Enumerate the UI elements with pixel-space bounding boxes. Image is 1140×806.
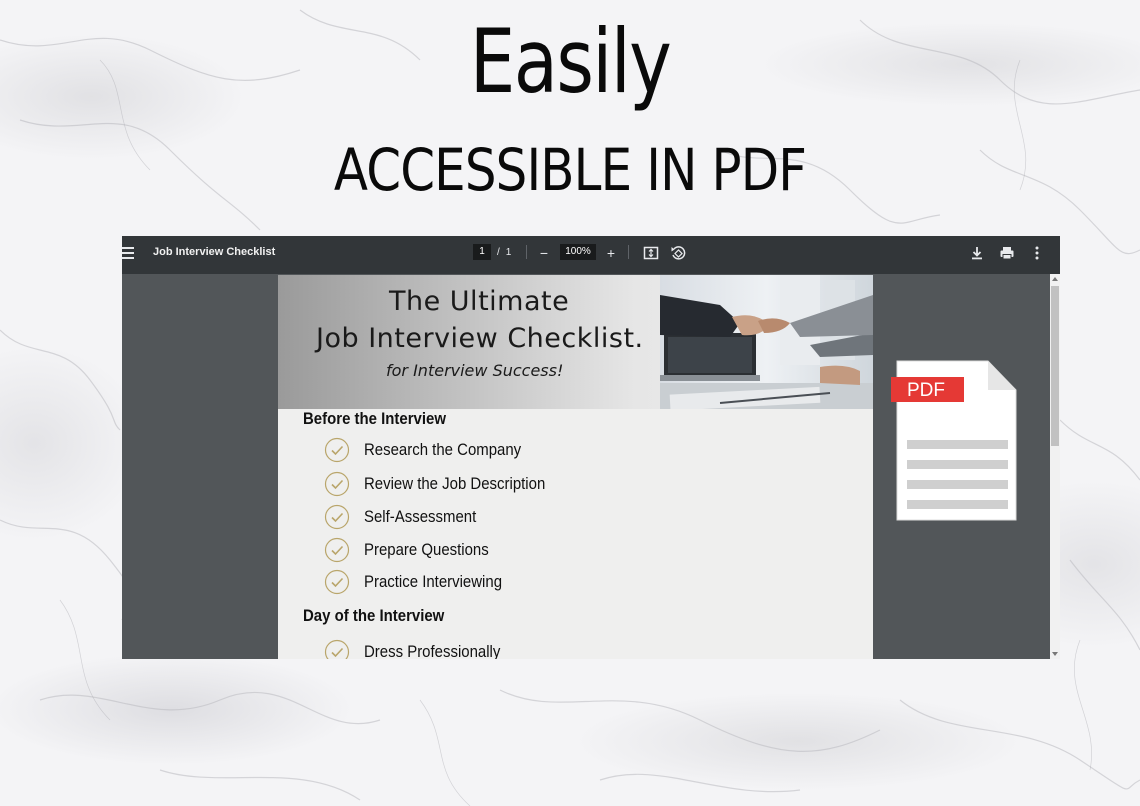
checklist-item: Practice Interviewing xyxy=(324,569,521,595)
check-circle-icon xyxy=(324,504,350,530)
hero-title: Easily xyxy=(469,10,672,113)
checklist-item: Research the Company xyxy=(324,437,543,463)
check-circle-icon xyxy=(324,537,350,563)
print-icon[interactable] xyxy=(998,244,1016,262)
fit-to-page-icon[interactable] xyxy=(642,244,660,262)
rotate-icon[interactable] xyxy=(669,244,687,262)
checklist-item: Review the Job Description xyxy=(324,471,570,497)
current-page-input[interactable]: 1 xyxy=(473,244,491,260)
page-indicator: 1 / 1 xyxy=(473,244,511,260)
checklist-item-label: Dress Professionally xyxy=(364,642,501,659)
document-heading-line-2: Job Interview Checklist. xyxy=(316,323,644,354)
handshake-photo xyxy=(660,275,873,409)
download-icon[interactable] xyxy=(968,244,986,262)
section-heading-before: Before the Interview xyxy=(303,409,446,428)
hamburger-menu-icon[interactable] xyxy=(122,247,134,261)
pdf-icon-label: PDF xyxy=(907,380,945,401)
scrollbar-thumb[interactable] xyxy=(1051,286,1059,446)
zoom-out-button[interactable]: − xyxy=(537,244,551,262)
checklist-item-label: Review the Job Description xyxy=(364,474,546,493)
check-circle-icon xyxy=(324,471,350,497)
checklist-item: Self-Assessment xyxy=(324,504,492,530)
check-circle-icon xyxy=(324,639,350,659)
checklist-item-label: Practice Interviewing xyxy=(364,572,503,591)
checklist-item-label: Self-Assessment xyxy=(364,507,477,526)
toolbar-divider xyxy=(526,245,527,259)
zoom-in-button[interactable]: + xyxy=(604,244,618,262)
checklist-item: Dress Professionally xyxy=(324,639,519,659)
pdf-page: The Ultimate Job Interview Checklist. fo… xyxy=(278,275,873,659)
total-pages: 1 xyxy=(505,246,512,258)
pdf-file-icon: PDF xyxy=(891,360,1017,521)
document-title: Job Interview Checklist xyxy=(153,246,276,258)
scroll-up-arrow-icon[interactable] xyxy=(1052,277,1058,281)
check-circle-icon xyxy=(324,437,350,463)
section-heading-day-of: Day of the Interview xyxy=(303,606,445,625)
zoom-level-input[interactable]: 100% xyxy=(560,244,596,260)
toolbar-divider xyxy=(628,245,629,259)
vertical-scrollbar[interactable] xyxy=(1050,274,1060,659)
scroll-down-arrow-icon[interactable] xyxy=(1052,652,1058,656)
checklist-item-label: Prepare Questions xyxy=(364,540,489,559)
pdf-viewer-toolbar: Job Interview Checklist 1 / 1 − 100% + xyxy=(122,236,1060,274)
more-vertical-icon[interactable] xyxy=(1028,244,1046,262)
check-circle-icon xyxy=(324,569,350,595)
document-heading-line-1: The Ultimate xyxy=(389,286,570,317)
hero-subtitle: ACCESSIBLE IN PDF xyxy=(333,136,807,204)
checklist-item: Prepare Questions xyxy=(324,537,506,563)
page-separator: / xyxy=(497,246,500,258)
checklist-item-label: Research the Company xyxy=(364,440,522,459)
document-tagline: for Interview Success! xyxy=(386,361,564,380)
